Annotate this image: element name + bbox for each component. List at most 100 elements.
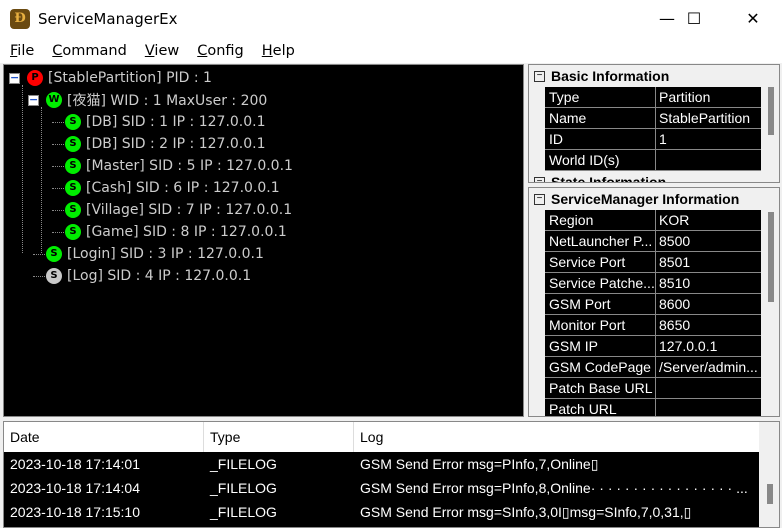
property-row[interactable]: GSM CodePage/Server/admin... — [545, 357, 761, 378]
property-row[interactable]: GSM Port 8600 — [545, 294, 761, 315]
node-label: [DB] SID : 2 IP : 127.0.0.1 — [86, 136, 266, 152]
property-name: ID — [545, 129, 656, 149]
property-row[interactable]: Region KOR — [545, 210, 761, 231]
property-value — [656, 150, 761, 170]
tree-node[interactable]: S [Master] SID : 5 IP : 127.0.0.1 — [65, 155, 293, 177]
collapse-icon[interactable]: − — [534, 176, 545, 182]
log-header: Date Type Log — [4, 422, 779, 452]
property-name: GSM IP — [545, 336, 656, 356]
node-label: [DB] SID : 1 IP : 127.0.0.1 — [86, 114, 266, 130]
property-value: 8501 — [659, 254, 691, 270]
property-row[interactable]: Monitor Port 8650 — [545, 315, 761, 336]
property-value — [656, 399, 761, 416]
scrollbar[interactable] — [759, 422, 779, 527]
column-type[interactable]: Type — [204, 422, 354, 452]
menu-view[interactable]: View — [136, 43, 188, 59]
section-title: ServiceManager Information — [551, 191, 740, 207]
property-name: Name — [545, 108, 656, 128]
property-row[interactable]: NetLauncher P... 8500 — [545, 231, 761, 252]
property-value: 8510 — [659, 275, 691, 291]
property-row[interactable]: Patch Base URL — [545, 378, 761, 399]
log-date: 2023-10-18 17:14:01 — [10, 456, 140, 472]
property-row[interactable]: Name StablePartition — [545, 108, 761, 129]
node-label: [Master] SID : 5 IP : 127.0.0.1 — [86, 158, 293, 174]
tree-line — [33, 254, 45, 255]
node-label: [Login] SID : 3 IP : 127.0.0.1 — [67, 246, 264, 262]
app-logo-icon: Ð — [10, 9, 30, 29]
node-label: [Village] SID : 7 IP : 127.0.0.1 — [86, 202, 293, 218]
property-value: StablePartition — [659, 110, 751, 126]
tree-node[interactable]: S [DB] SID : 2 IP : 127.0.0.1 — [65, 133, 266, 155]
tree-line — [33, 276, 45, 277]
property-row[interactable]: World ID(s) — [545, 150, 761, 171]
tree-node[interactable]: S [DB] SID : 1 IP : 127.0.0.1 — [65, 111, 266, 133]
log-date: 2023-10-18 17:15:10 — [10, 504, 140, 520]
tree-node[interactable]: P [StablePartition] PID : 1 — [27, 67, 212, 89]
tree-line — [52, 210, 64, 211]
node-label: [Cash] SID : 6 IP : 127.0.0.1 — [86, 180, 280, 196]
log-row[interactable]: 2023-10-18 17:14:01 _FILELOG GSM Send Erro… — [4, 452, 759, 476]
menu-config[interactable]: Config — [188, 43, 253, 59]
tree-node[interactable]: S [Login] SID : 3 IP : 127.0.0.1 — [46, 243, 264, 265]
tree-node[interactable]: S [Village] SID : 7 IP : 127.0.0.1 — [65, 199, 292, 221]
property-value: 8650 — [659, 317, 691, 333]
property-name: Patch Base URL — [545, 378, 656, 398]
property-value: Partition — [659, 89, 711, 105]
node-label: [Game] SID : 8 IP : 127.0.0.1 — [86, 224, 287, 240]
log-date: 2023-10-18 17:14:04 — [10, 480, 140, 496]
property-name: World ID(s) — [545, 150, 656, 170]
property-row[interactable]: Service Port 8501 — [545, 252, 761, 273]
property-name: Region — [545, 210, 656, 230]
menu-file[interactable]: File — [0, 43, 43, 59]
node-status-icon: S — [65, 158, 81, 174]
node-status-icon: P — [27, 70, 43, 86]
node-status-icon: S — [46, 246, 62, 262]
menu-help[interactable]: Help — [253, 43, 304, 59]
property-value: /Server/admin... — [659, 359, 758, 375]
node-status-icon: S — [65, 224, 81, 240]
node-status-icon: S — [65, 114, 81, 130]
scrollbar[interactable] — [762, 188, 779, 416]
tree-line — [52, 188, 64, 189]
menu-command[interactable]: Command — [43, 43, 136, 59]
property-name: Monitor Port — [545, 315, 656, 335]
log-row[interactable]: 2023-10-18 17:15:10 _FILELOG GSM Send Erro… — [4, 500, 759, 524]
collapse-toggle-icon[interactable]: − — [9, 72, 20, 84]
property-value: 1 — [659, 131, 667, 147]
server-tree[interactable]: P [StablePartition] PID : 1− W [夜猫] WID : 1… — [3, 64, 524, 417]
log-message: GSM Send Error msg=SInfo,3,0I▯msg=SInfo,… — [360, 504, 692, 520]
collapse-toggle-icon[interactable]: − — [28, 94, 39, 106]
tree-node[interactable]: S [Log] SID : 4 IP : 127.0.0.1 — [46, 265, 251, 287]
scrollbar[interactable] — [762, 65, 779, 182]
property-row[interactable]: Type Partition — [545, 87, 761, 108]
node-status-icon: S — [65, 136, 81, 152]
log-list[interactable]: Date Type Log 2023-10-18 17:14:01 _FILELO… — [3, 421, 780, 528]
node-label: [夜猫] WID : 1 MaxUser : 200 — [67, 93, 268, 109]
property-row[interactable]: Service Patche... 8510 — [545, 273, 761, 294]
title-bar: Ð ServiceManagerEx — ☐ ✕ — [0, 0, 782, 38]
section-title: State Information — [551, 174, 667, 183]
collapse-icon[interactable]: − — [534, 193, 545, 205]
maximize-button[interactable]: ☐ — [670, 0, 718, 38]
node-status-icon: W — [46, 92, 62, 108]
property-value: KOR — [659, 212, 690, 228]
window-title: ServiceManagerEx — [38, 10, 178, 28]
tree-node[interactable]: S [Game] SID : 8 IP : 127.0.0.1 — [65, 221, 287, 243]
column-log[interactable]: Log — [354, 422, 759, 452]
node-status-icon: S — [65, 180, 81, 196]
property-name: Patch URL — [545, 399, 656, 416]
property-name: Service Port — [545, 252, 656, 272]
property-row[interactable]: GSM IP 127.0.0.1 — [545, 336, 761, 357]
node-status-icon: S — [65, 202, 81, 218]
log-row[interactable]: 2023-10-18 17:14:04 _FILELOG GSM Send Erro… — [4, 476, 759, 500]
property-row[interactable]: Patch URL — [545, 399, 761, 416]
log-type: _FILELOG — [210, 480, 277, 496]
close-button[interactable]: ✕ — [730, 0, 776, 38]
column-date[interactable]: Date — [4, 422, 204, 452]
tree-node[interactable]: W [夜猫] WID : 1 MaxUser : 200 — [46, 89, 267, 111]
log-type: _FILELOG — [210, 504, 277, 520]
property-name: NetLauncher P... — [545, 231, 656, 251]
tree-node[interactable]: S [Cash] SID : 6 IP : 127.0.0.1 — [65, 177, 280, 199]
property-row[interactable]: ID 1 — [545, 129, 761, 150]
collapse-icon[interactable]: − — [534, 70, 545, 82]
